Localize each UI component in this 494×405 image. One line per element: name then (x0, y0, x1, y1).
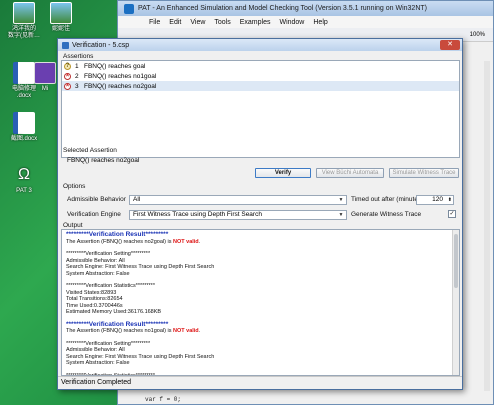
generate-witness-label: Generate Witness Trace (351, 211, 422, 218)
pat-menubar: File Edit View Tools Examples Window Hel… (118, 16, 493, 28)
verification-app-icon (62, 41, 69, 49)
desktop-icon-5[interactable]: 截图.docx (4, 112, 44, 143)
timeout-value: 120 (432, 196, 443, 203)
pat-logo-icon (124, 3, 134, 14)
menu-view[interactable]: View (190, 19, 205, 26)
assertion-number: 1 (75, 62, 79, 70)
status-bar: Verification Completed (58, 376, 462, 389)
assertion-row-1[interactable]: ? 1 FBNQ() reaches goal (62, 61, 459, 71)
menu-tools[interactable]: Tools (214, 19, 230, 26)
output-panel[interactable]: *********Verification Result********* The… (61, 229, 460, 376)
output-result-tail: . (198, 238, 201, 245)
desktop-icon-label: 鸿洋我的 数字(见新… (8, 26, 40, 39)
menu-help[interactable]: Help (313, 19, 327, 26)
invalid-status-icon: × (64, 72, 71, 80)
dialog-titlebar[interactable]: Verification - 5.csp ✕ (58, 39, 462, 51)
pat-titlebar: PAT - An Enhanced Simulation and Model C… (118, 1, 493, 16)
chevron-down-icon: ▼ (338, 197, 344, 203)
options-label: Options (63, 183, 86, 190)
output-scrollbar[interactable] (452, 230, 459, 375)
menu-window[interactable]: Window (279, 19, 304, 26)
verification-engine-label: Verification Engine (67, 211, 121, 218)
output-text: *********Verification Result********* The… (66, 231, 455, 375)
verify-button[interactable]: Verify (255, 168, 311, 178)
admissible-behavior-label: Admissible Behavior (67, 196, 126, 203)
output-result-text: The Assertion (FBNQ() reaches no2goal) i… (66, 238, 173, 245)
assertions-list[interactable]: ? 1 FBNQ() reaches goal × 2 FBNQ() reach… (61, 60, 460, 158)
close-button[interactable]: ✕ (440, 40, 460, 50)
output-result-text: The Assertion (FBNQ() reaches no1goal) i… (66, 328, 173, 334)
verification-engine-value: First Witness Trace using Depth First Se… (133, 211, 262, 218)
verification-engine-select[interactable]: First Witness Trace using Depth First Se… (129, 210, 347, 220)
editor-code-line: var f = 0; (145, 396, 182, 403)
assertion-text: FBNQ() reaches goal (84, 62, 146, 70)
desktop-icon-label: Mi (41, 86, 49, 92)
timeout-spinner[interactable]: 120 ⬍ (416, 195, 454, 205)
picture-icon (50, 2, 72, 24)
assertion-number: 3 (75, 82, 79, 90)
admissible-behavior-value: All (133, 196, 141, 203)
scroll-thumb[interactable] (454, 234, 458, 288)
generate-witness-checkbox[interactable]: ✓ (448, 210, 456, 218)
verification-dialog: Verification - 5.csp ✕ Assertions ? 1 FB… (57, 38, 463, 390)
simulate-witness-trace-button[interactable]: Simulate Witness Trace (389, 168, 459, 178)
desktop-icon-2[interactable]: 妮妮佳 (41, 2, 81, 33)
selected-assertion-text: FBNQ() reaches no2goal (67, 157, 140, 164)
dialog-title: Verification - 5.csp (72, 41, 130, 49)
app-icon (34, 62, 56, 84)
assertion-row-3[interactable]: × 3 FBNQ() reaches no2goal (62, 81, 459, 91)
not-valid-text: NOT valid (173, 238, 199, 245)
view-buchi-automata-button[interactable]: View Büchi Automata (316, 168, 384, 178)
desktop-icon-6[interactable]: Ω PAT 3 (4, 164, 44, 195)
desktop-icon-label: 妮妮佳 (51, 26, 70, 32)
assertion-text: FBNQ() reaches no1goal (84, 72, 157, 80)
assertion-text: FBNQ() reaches no2goal (84, 82, 157, 90)
assertion-number: 2 (75, 72, 79, 80)
editor-scrollbar[interactable] (484, 61, 490, 391)
pat-omega-icon: Ω (18, 166, 30, 183)
assertions-label: Assertions (63, 53, 94, 60)
word-document-icon (13, 112, 35, 134)
desktop-icon-1[interactable]: 鸿洋我的 数字(见新… (4, 2, 44, 40)
admissible-behavior-select[interactable]: All ▼ (129, 195, 347, 205)
invalid-status-icon: × (64, 82, 71, 90)
menu-file[interactable]: File (149, 19, 160, 26)
chevron-down-icon: ▼ (338, 212, 344, 218)
menu-examples[interactable]: Examples (240, 19, 271, 26)
output-label: Output (63, 222, 83, 229)
selected-assertion-label: Selected Assertion (63, 147, 117, 154)
assertion-row-2[interactable]: × 2 FBNQ() reaches no1goal (62, 71, 459, 81)
not-valid-text: NOT valid (173, 328, 199, 334)
spinner-arrows-icon[interactable]: ⬍ (448, 196, 452, 204)
output-result-tail: . (198, 328, 201, 334)
status-text: Verification Completed (61, 379, 132, 386)
pending-status-icon: ? (64, 62, 71, 70)
desktop-icon-label: PAT 3 (16, 188, 32, 194)
picture-icon (13, 2, 35, 24)
desktop-icon-4[interactable]: Mi (33, 62, 57, 93)
desktop-icon-label: 截图.docx (10, 136, 38, 142)
pat-window-title: PAT - An Enhanced Simulation and Model C… (138, 5, 427, 12)
zoom-level[interactable]: 100% (470, 32, 485, 38)
menu-edit[interactable]: Edit (169, 19, 181, 26)
timeout-label: Timed out after (minutes) (351, 196, 424, 203)
word-document-icon (13, 62, 35, 84)
